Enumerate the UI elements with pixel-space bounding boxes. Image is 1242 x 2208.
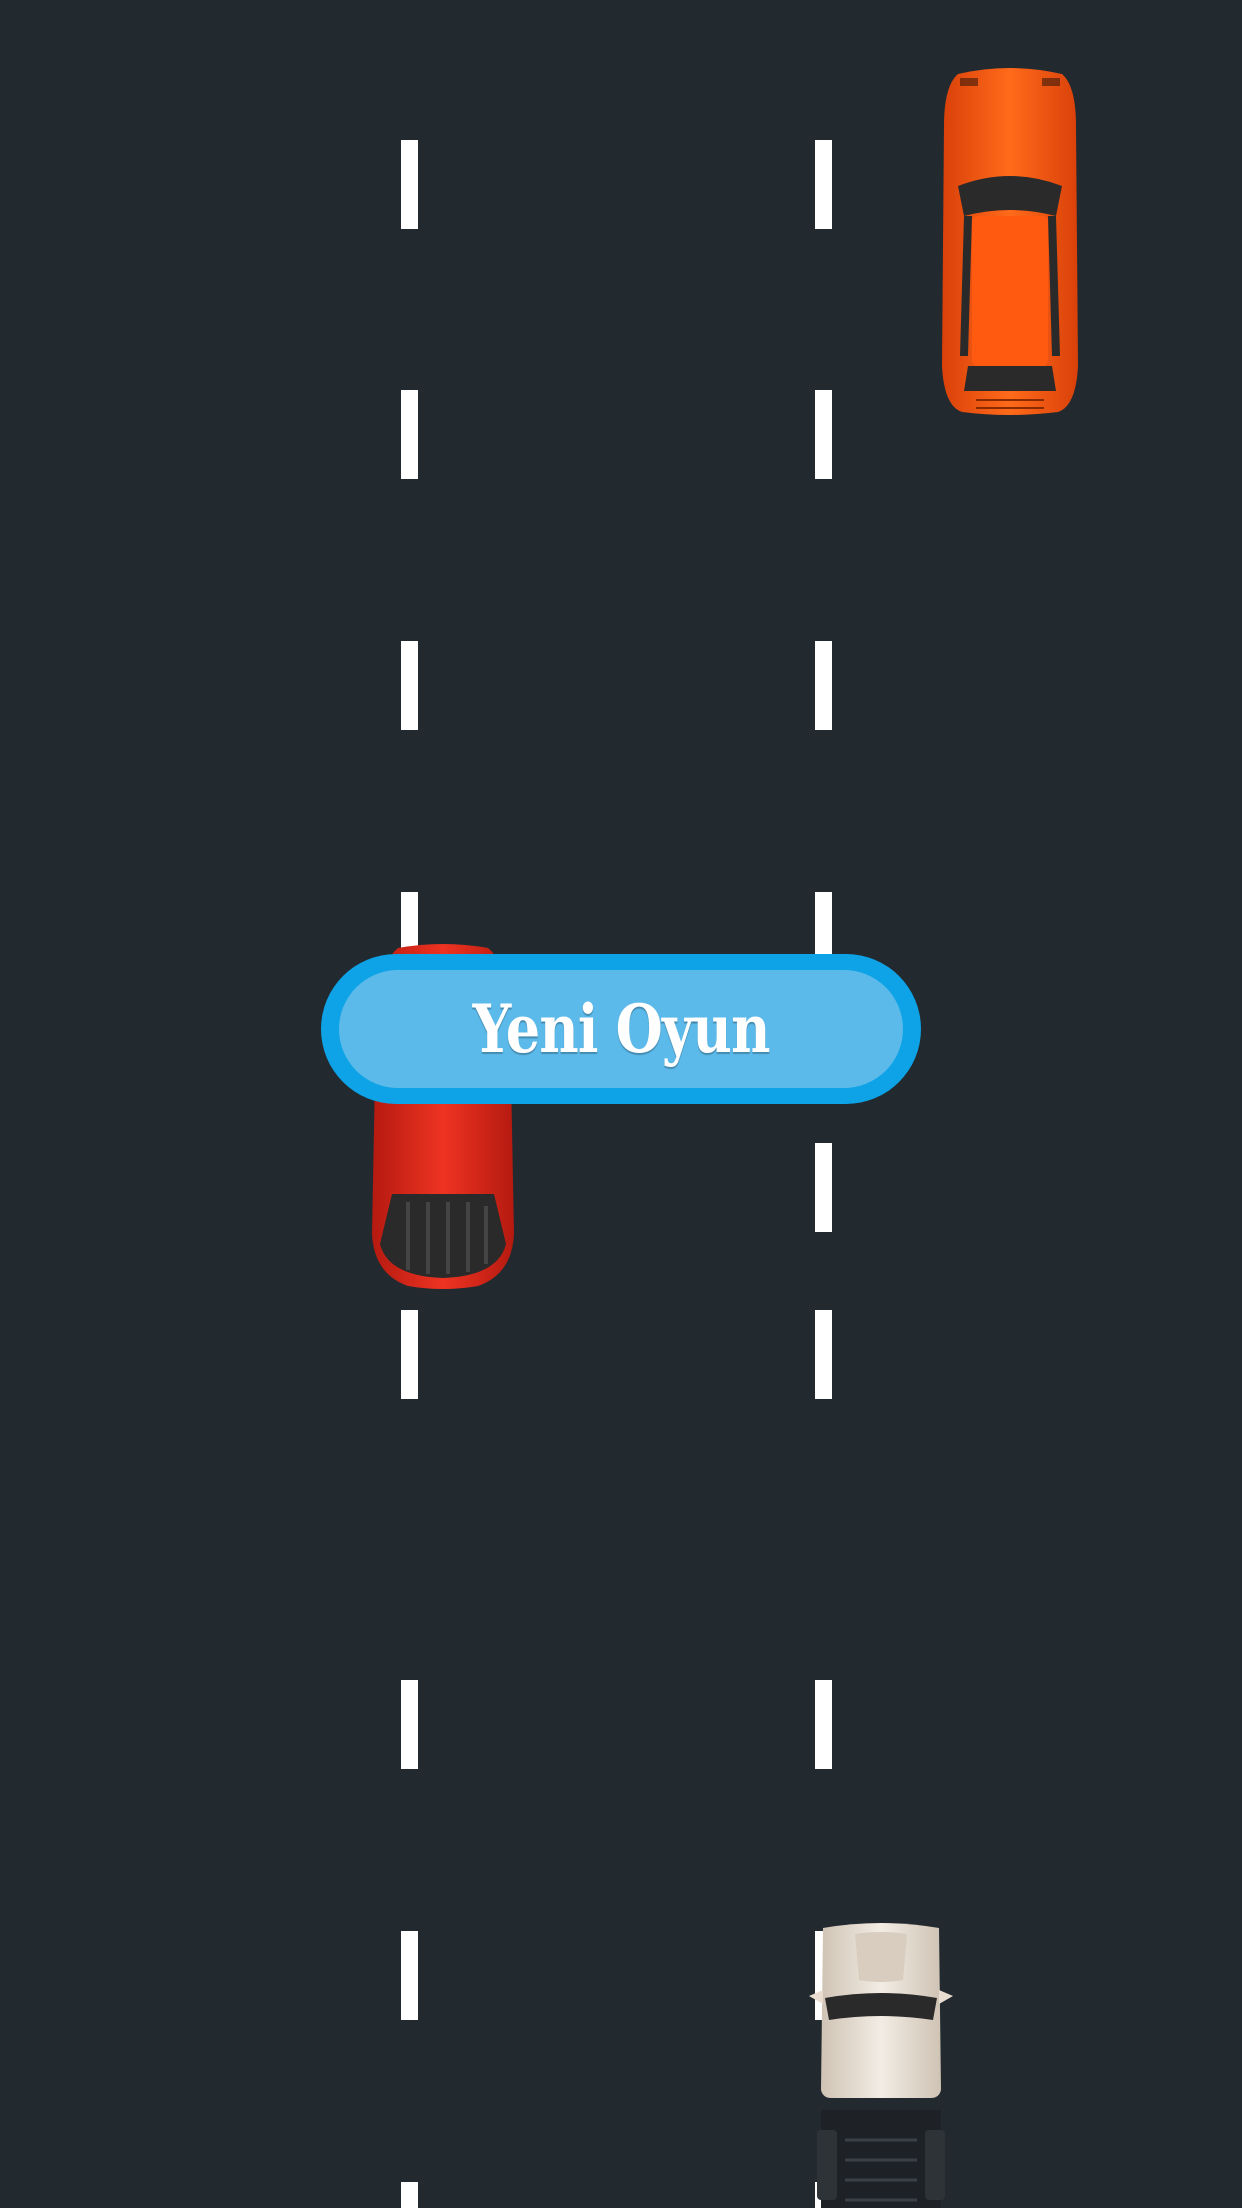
lane-marking: [401, 1310, 418, 1399]
lane-marking: [815, 641, 832, 730]
white-truck-icon: [809, 1923, 953, 2208]
game-road: Yeni Oyun: [0, 0, 1242, 2208]
new-game-button-face: Yeni Oyun: [339, 970, 903, 1088]
new-game-button[interactable]: Yeni Oyun: [321, 954, 921, 1104]
lane-marking: [815, 390, 832, 479]
lane-marking: [401, 390, 418, 479]
lane-marking: [401, 2182, 418, 2208]
lane-marking: [401, 1680, 418, 1769]
lane-marking: [401, 140, 418, 229]
lane-marking: [401, 1931, 418, 2020]
new-game-button-label: Yeni Oyun: [472, 990, 770, 1068]
lane-marking: [401, 641, 418, 730]
orange-sports-car-icon: [942, 68, 1078, 415]
lane-marking: [815, 140, 832, 229]
lane-marking: [815, 1143, 832, 1232]
lane-marking: [815, 1310, 832, 1399]
lane-marking: [815, 1680, 832, 1769]
